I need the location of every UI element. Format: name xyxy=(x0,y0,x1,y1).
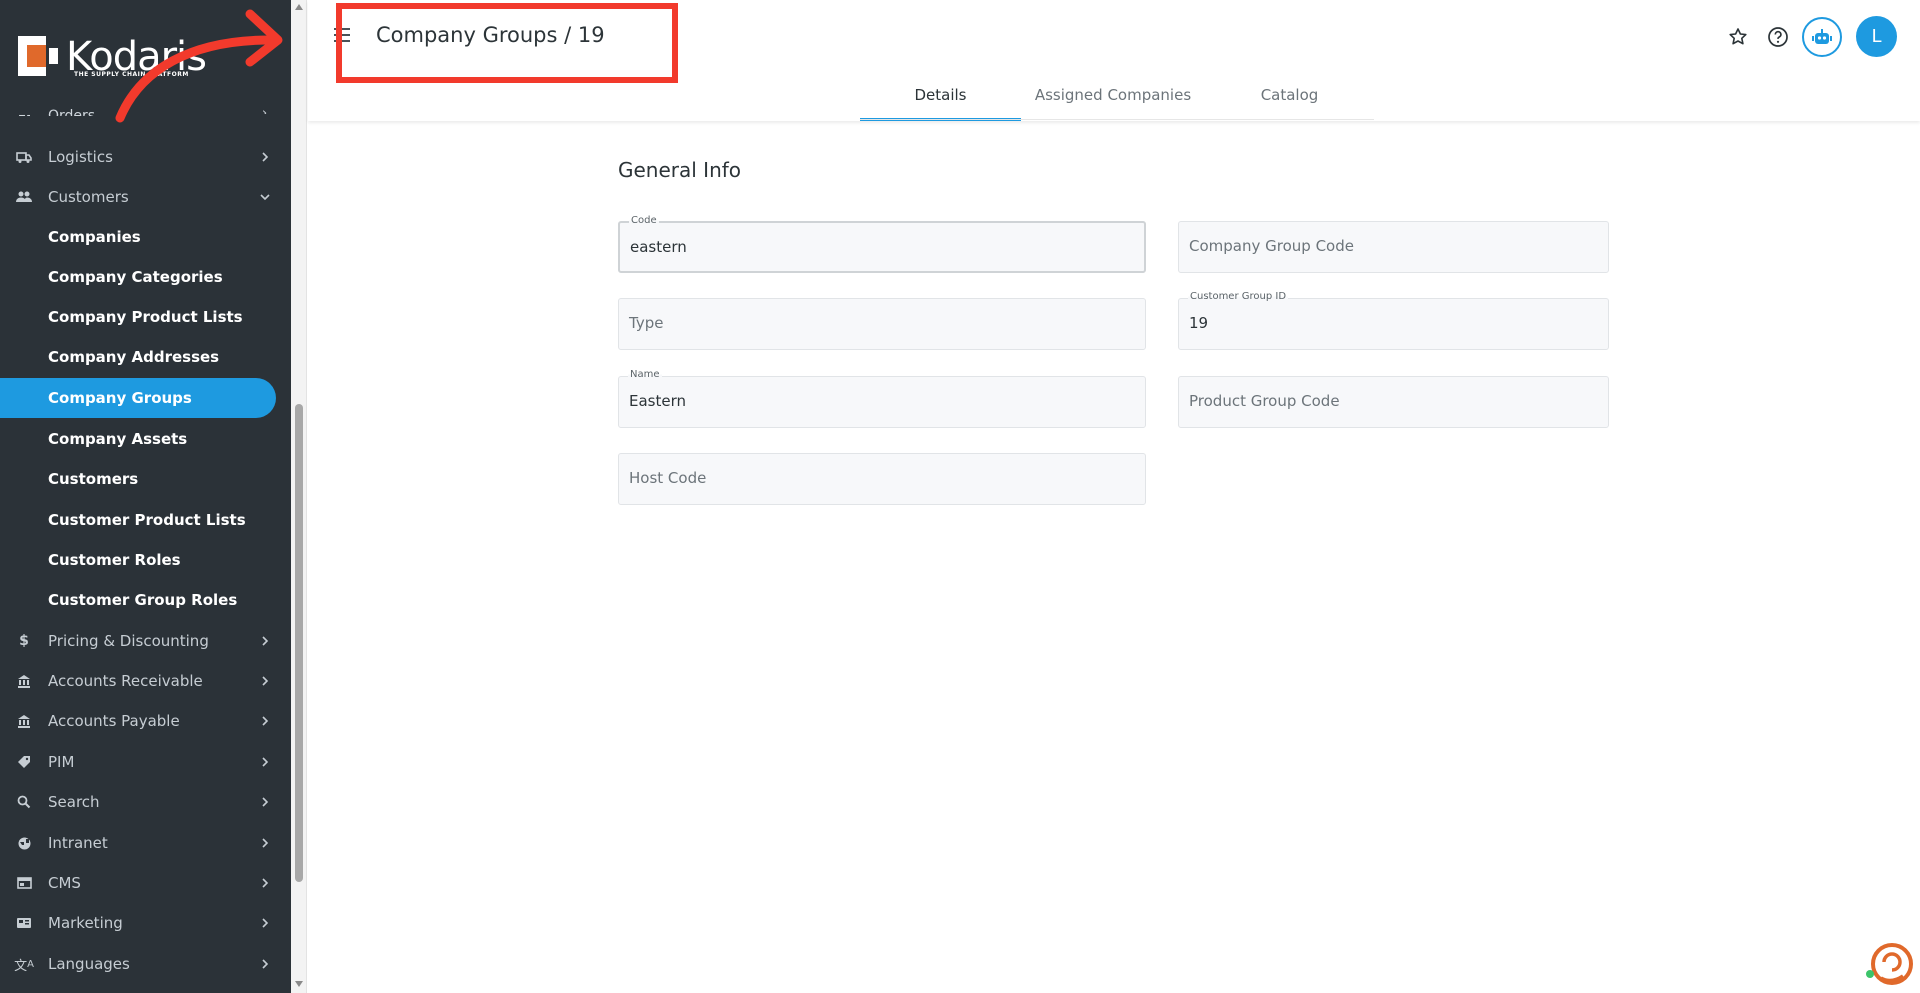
header: Company Groups / 19 Details Assigned Com… xyxy=(308,0,1920,121)
tag-icon xyxy=(15,753,33,771)
sidebar-item-customer-product-lists[interactable]: Customer Product Lists xyxy=(0,500,276,540)
chevron-right-icon xyxy=(258,634,272,648)
sidebar-item-customer-group-roles[interactable]: Customer Group Roles xyxy=(0,580,276,620)
product-group-code-field[interactable]: Product Group Code xyxy=(1178,376,1609,428)
globe-icon xyxy=(15,834,33,852)
customer-group-id-value: 19 xyxy=(1189,314,1209,332)
annotation-highlight-box xyxy=(336,3,678,83)
company-group-code-placeholder: Company Group Code xyxy=(1189,237,1354,255)
truck-icon xyxy=(15,148,33,166)
sidebar-item-customers-list[interactable]: Customers xyxy=(0,459,276,499)
chevron-down-icon xyxy=(258,190,272,204)
code-value: eastern xyxy=(630,238,687,256)
chevron-right-icon xyxy=(258,836,272,850)
sidebar-item-company-groups[interactable]: Company Groups xyxy=(0,378,276,418)
star-icon[interactable] xyxy=(1723,22,1753,52)
code-label: Code xyxy=(629,215,659,226)
customer-group-id-field[interactable]: Customer Group ID 19 xyxy=(1178,291,1609,350)
sidebar-item-intranet[interactable]: Intranet xyxy=(0,823,276,863)
tabs-divider xyxy=(860,119,1374,120)
sidebar-item-orders-partial[interactable]: Orders xyxy=(48,108,108,116)
orders-icon: ▪▪ xyxy=(18,110,30,116)
tab-catalog[interactable]: Catalog xyxy=(1205,76,1374,121)
campaign-icon xyxy=(15,914,33,932)
sidebar-item-pricing-discounting[interactable]: $ Pricing & Discounting xyxy=(0,621,276,661)
sidebar-item-accounts-receivable[interactable]: Accounts Receivable xyxy=(0,661,276,701)
product-group-code-placeholder: Product Group Code xyxy=(1189,392,1340,410)
customer-group-id-label: Customer Group ID xyxy=(1188,291,1289,302)
chat-widget-icon[interactable] xyxy=(1864,940,1914,990)
scrollbar-thumb[interactable] xyxy=(295,404,303,882)
sidebar-item-accounts-payable[interactable]: Accounts Payable xyxy=(0,701,276,741)
tab-details[interactable]: Details xyxy=(860,76,1021,121)
chevron-right-icon xyxy=(258,714,272,728)
chevron-right-icon xyxy=(258,755,272,769)
sidebar-item-logistics[interactable]: Logistics xyxy=(0,137,276,177)
sidebar-item-company-assets[interactable]: Company Assets xyxy=(0,419,276,459)
sidebar-item-label: Customers xyxy=(48,188,129,206)
annotation-arrow-icon xyxy=(115,9,283,123)
avatar[interactable]: L xyxy=(1856,16,1897,57)
host-code-field[interactable]: Host Code xyxy=(618,453,1146,505)
sidebar-item-companies[interactable]: Companies xyxy=(0,217,276,257)
translate-icon: 文A xyxy=(14,958,34,974)
help-icon[interactable] xyxy=(1763,22,1793,52)
chevron-right-icon xyxy=(258,876,272,890)
sidebar: Kodaris THE SUPPLY CHAIN PLATFORM ▪▪ Ord… xyxy=(0,0,291,993)
search-icon xyxy=(15,793,33,811)
name-value: Eastern xyxy=(629,392,687,410)
sidebar-item-search[interactable]: Search xyxy=(0,782,276,822)
sidebar-item-cms[interactable]: CMS xyxy=(0,863,276,903)
people-icon xyxy=(15,188,33,206)
type-field[interactable]: Type xyxy=(618,298,1146,350)
scroll-down-icon[interactable] xyxy=(295,981,303,987)
kodaris-logo-icon xyxy=(18,36,58,76)
sidebar-item-pim[interactable]: PIM xyxy=(0,742,276,782)
tab-assigned-companies[interactable]: Assigned Companies xyxy=(1021,76,1205,121)
chevron-right-icon xyxy=(258,795,272,809)
chevron-right-icon xyxy=(258,150,272,164)
web-icon xyxy=(15,874,33,892)
type-placeholder: Type xyxy=(629,314,664,332)
sidebar-item-marketing[interactable]: Marketing xyxy=(0,903,276,943)
bot-icon[interactable] xyxy=(1802,17,1842,57)
code-field[interactable]: Code eastern xyxy=(618,215,1146,273)
sidebar-item-customer-roles[interactable]: Customer Roles xyxy=(0,540,276,580)
section-title: General Info xyxy=(618,158,742,182)
host-code-placeholder: Host Code xyxy=(629,469,707,487)
sidebar-item-label: Logistics xyxy=(48,148,113,166)
sidebar-item-customers[interactable]: Customers xyxy=(0,177,276,217)
bank-icon xyxy=(15,712,33,730)
chevron-right-icon xyxy=(258,957,272,971)
bank-icon xyxy=(15,672,33,690)
sidebar-item-languages[interactable]: 文A Languages xyxy=(0,944,276,984)
dollar-icon: $ xyxy=(19,633,29,649)
chevron-right-icon xyxy=(258,916,272,930)
sidebar-item-company-product-lists[interactable]: Company Product Lists xyxy=(0,297,276,337)
company-group-code-field[interactable]: Company Group Code xyxy=(1178,221,1609,273)
sidebar-item-company-addresses[interactable]: Company Addresses xyxy=(0,337,276,377)
sidebar-scrollbar[interactable] xyxy=(291,0,307,993)
chevron-right-icon xyxy=(258,674,272,688)
scroll-up-icon[interactable] xyxy=(295,4,303,10)
name-field[interactable]: Name Eastern xyxy=(618,369,1146,428)
sidebar-item-company-categories[interactable]: Company Categories xyxy=(0,257,276,297)
name-label: Name xyxy=(628,369,662,380)
